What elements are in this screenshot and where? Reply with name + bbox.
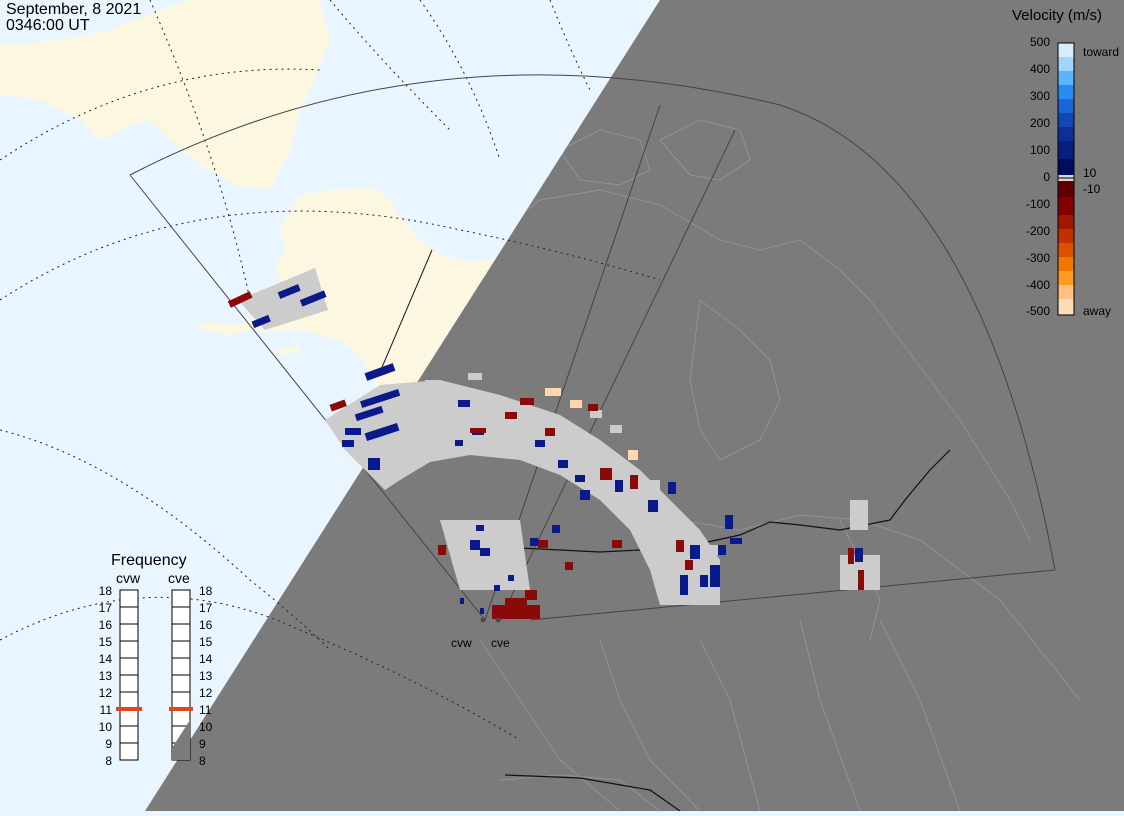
frequency-tick: 11 xyxy=(100,703,113,717)
velocity-tick: -200 xyxy=(1026,224,1050,238)
frequency-tick: 9 xyxy=(105,737,112,751)
map-date: September, 8 2021 xyxy=(6,1,142,18)
velocity-tick: 0 xyxy=(1043,170,1050,184)
velocity-tick: -100 xyxy=(1026,197,1050,211)
velocity-tick: 200 xyxy=(1030,116,1050,130)
frequency-tick: 16 xyxy=(199,618,213,632)
velocity-tick: -400 xyxy=(1026,278,1050,292)
radar-site-cve-marker xyxy=(495,617,501,623)
frequency-tick: 17 xyxy=(99,601,113,615)
radar-label-cvw: cvw xyxy=(451,636,472,650)
frequency-tick: 18 xyxy=(99,584,113,598)
frequency-legend-title: Frequency xyxy=(111,552,187,569)
frequency-tick: 18 xyxy=(199,584,213,598)
frequency-tick: 17 xyxy=(199,601,213,615)
velocity-label-minus-ten: -10 xyxy=(1083,182,1101,196)
velocity-tick: 300 xyxy=(1030,89,1050,103)
velocity-legend-title: Velocity (m/s) xyxy=(1012,7,1102,24)
radar-site-cvw-marker xyxy=(480,617,486,623)
frequency-tick: 13 xyxy=(199,669,213,683)
frequency-tick: 9 xyxy=(199,737,206,751)
velocity-color-bar xyxy=(1057,42,1075,316)
frequency-tick: 16 xyxy=(99,618,113,632)
velocity-label-toward: toward xyxy=(1083,45,1119,59)
frequency-tick: 15 xyxy=(99,635,113,649)
frequency-tick: 10 xyxy=(99,720,113,734)
frequency-tick: 10 xyxy=(199,720,213,734)
superdarn-velocity-map: cvw cve Velocity (m/s) 500 400 300 200 1… xyxy=(0,0,1124,811)
frequency-tick: 15 xyxy=(199,635,213,649)
frequency-marker-cve xyxy=(169,707,193,711)
frequency-tick: 8 xyxy=(105,754,112,768)
frequency-tick: 12 xyxy=(99,686,113,700)
map-canvas: cvw cve Velocity (m/s) 500 400 300 200 1… xyxy=(0,0,1124,811)
velocity-tick: 500 xyxy=(1030,35,1050,49)
frequency-tick: 13 xyxy=(99,669,113,683)
frequency-tick: 14 xyxy=(199,652,213,666)
frequency-radar-label-cvw: cvw xyxy=(116,570,141,586)
frequency-tick: 12 xyxy=(199,686,213,700)
frequency-radar-label-cve: cve xyxy=(168,570,190,586)
velocity-label-plus-ten: 10 xyxy=(1083,166,1097,180)
frequency-tick: 11 xyxy=(199,703,212,717)
velocity-tick: -300 xyxy=(1026,251,1050,265)
frequency-marker-cvw xyxy=(116,707,142,711)
velocity-tick: 100 xyxy=(1030,143,1050,157)
velocity-tick: 400 xyxy=(1030,62,1050,76)
frequency-tick: 14 xyxy=(99,652,113,666)
frequency-tick: 8 xyxy=(199,754,206,768)
radar-label-cve: cve xyxy=(491,636,510,650)
velocity-tick: -500 xyxy=(1026,304,1050,318)
velocity-label-away: away xyxy=(1083,304,1111,318)
map-time: 0346:00 UT xyxy=(6,17,90,34)
frequency-column-cvw xyxy=(119,589,139,761)
